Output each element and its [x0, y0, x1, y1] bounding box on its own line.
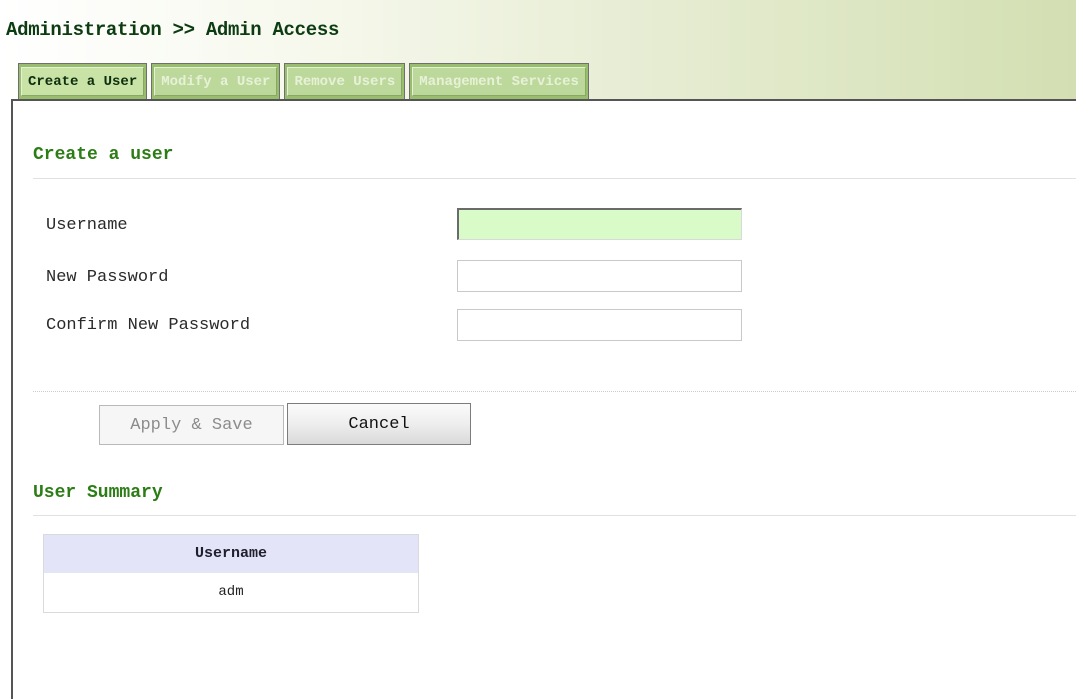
username-cell: adm — [218, 584, 244, 601]
username-label: Username — [46, 216, 128, 235]
tab-management-services[interactable]: Management Services — [409, 63, 589, 99]
tab-modify-user[interactable]: Modify a User — [151, 63, 281, 99]
confirm-password-label: Confirm New Password — [46, 316, 251, 335]
tab-remove-users-label[interactable]: Remove Users — [287, 67, 403, 96]
tab-management-services-label[interactable]: Management Services — [412, 67, 586, 96]
new-password-input[interactable] — [457, 260, 742, 292]
tab-create-user-label[interactable]: Create a User — [21, 67, 145, 96]
form-divider — [33, 391, 1076, 392]
tab-bar: Create a User Modify a User Remove Users… — [18, 62, 593, 99]
new-password-label: New Password — [46, 268, 169, 287]
apply-save-button[interactable]: Apply & Save — [99, 405, 284, 445]
breadcrumb: Administration >> Admin Access — [6, 19, 340, 41]
confirm-password-input[interactable] — [457, 309, 742, 341]
username-column-header: Username — [43, 534, 419, 573]
section-divider — [33, 178, 1076, 179]
tab-create-user[interactable]: Create a User — [18, 63, 148, 99]
tab-remove-users[interactable]: Remove Users — [284, 63, 406, 99]
user-summary-title: User Summary — [33, 483, 163, 503]
tab-modify-user-label[interactable]: Modify a User — [154, 67, 278, 96]
table-header-row: Username — [43, 534, 419, 573]
username-input[interactable] — [457, 208, 742, 240]
user-summary-table: Username adm — [43, 534, 419, 613]
cancel-button[interactable]: Cancel — [287, 403, 471, 445]
summary-divider — [33, 515, 1076, 516]
table-row: adm — [44, 573, 419, 613]
create-user-section-title: Create a user — [33, 145, 174, 165]
